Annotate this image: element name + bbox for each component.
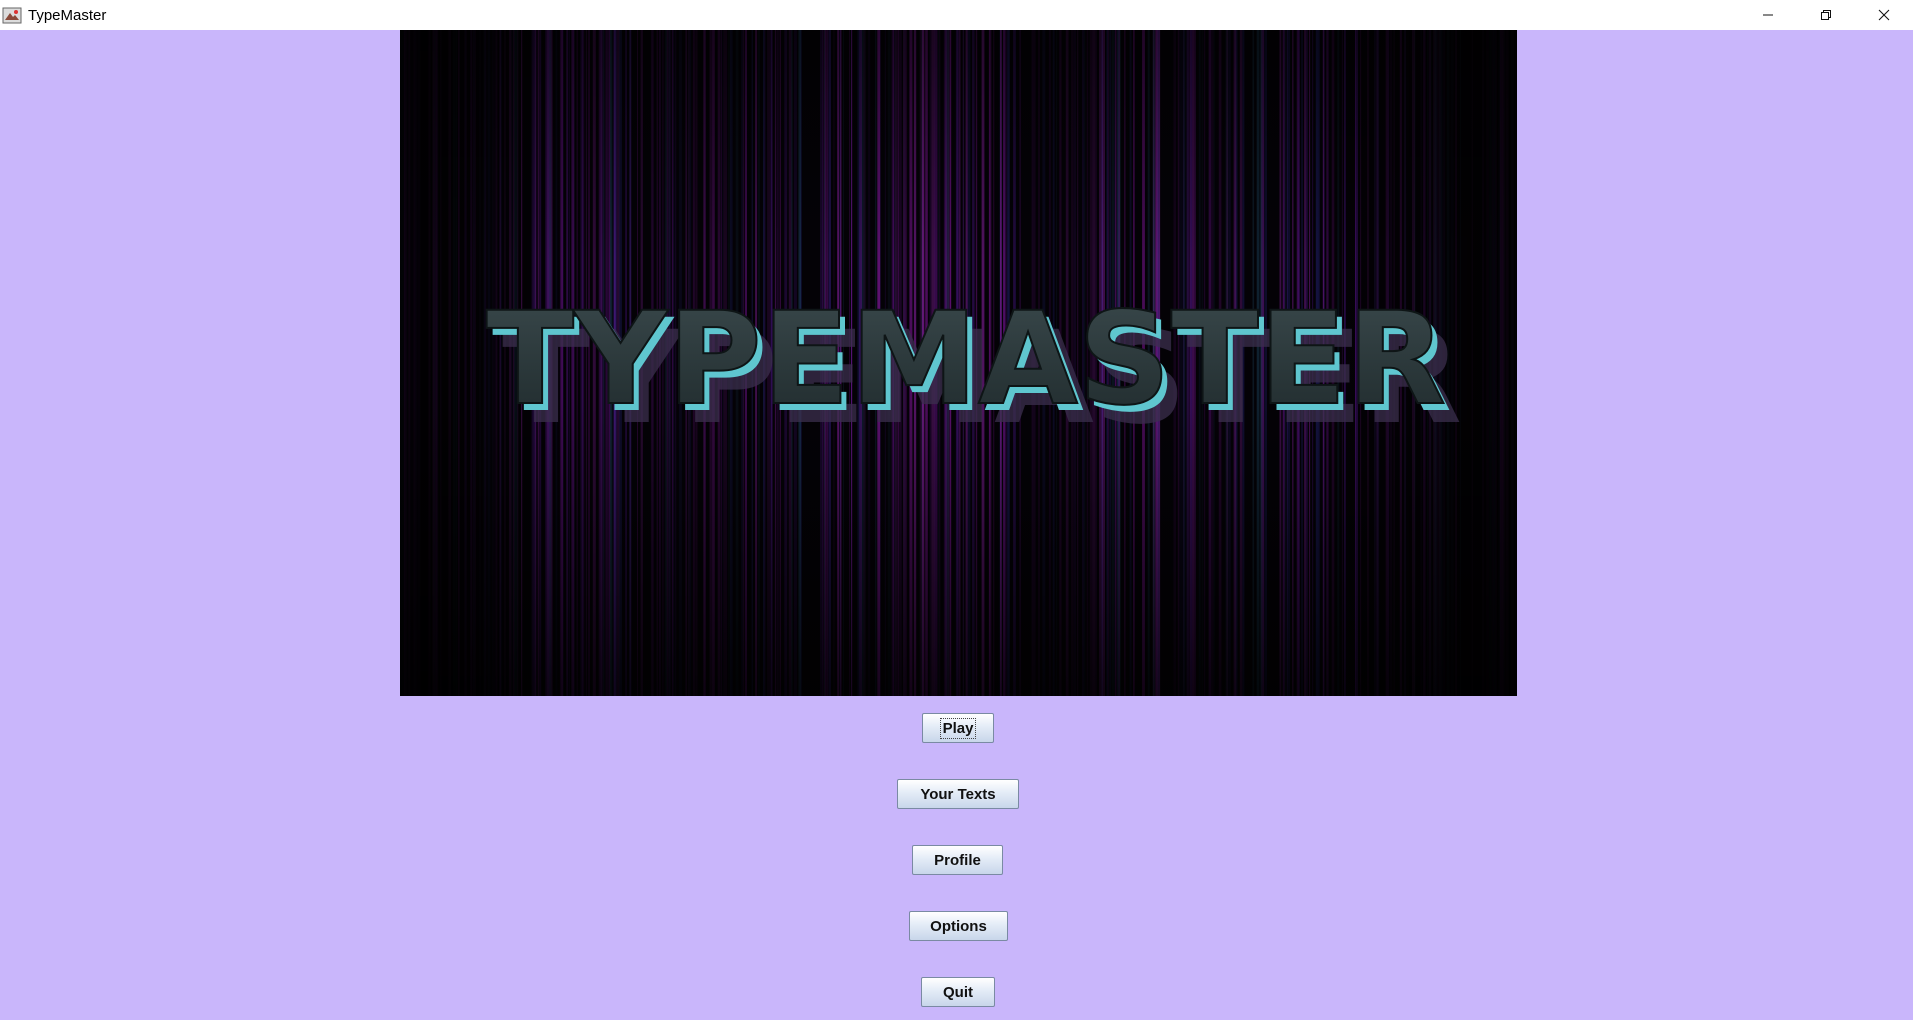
- java-app-icon: [2, 5, 22, 25]
- typemaster-window: TypeMaster TYPEMASTER TYPEMASTER TYPEMAS…: [0, 0, 1913, 1020]
- title-bar[interactable]: TypeMaster: [0, 0, 1913, 30]
- options-button[interactable]: Options: [909, 911, 1008, 941]
- your-texts-button[interactable]: Your Texts: [897, 779, 1019, 809]
- restore-button[interactable]: [1797, 0, 1855, 30]
- profile-button[interactable]: Profile: [912, 845, 1003, 875]
- your-texts-button-label: Your Texts: [920, 785, 996, 803]
- banner-logo-text: TYPEMASTER: [486, 285, 1446, 434]
- close-icon: [1878, 9, 1890, 21]
- quit-button[interactable]: Quit: [921, 977, 995, 1007]
- close-button[interactable]: [1855, 0, 1913, 30]
- options-button-label: Options: [930, 917, 987, 935]
- minimize-button[interactable]: [1739, 0, 1797, 30]
- profile-button-label: Profile: [934, 851, 981, 869]
- play-button-label: Play: [939, 717, 977, 739]
- restore-icon: [1821, 10, 1831, 20]
- minimize-icon: [1763, 14, 1773, 16]
- quit-button-label: Quit: [943, 983, 973, 1001]
- title-banner-image: TYPEMASTER TYPEMASTER TYPEMASTER: [400, 30, 1517, 696]
- window-controls: [1739, 0, 1913, 30]
- banner-logo: TYPEMASTER TYPEMASTER TYPEMASTER: [485, 284, 1462, 453]
- window-title: TypeMaster: [28, 6, 107, 24]
- play-button[interactable]: Play: [922, 713, 994, 743]
